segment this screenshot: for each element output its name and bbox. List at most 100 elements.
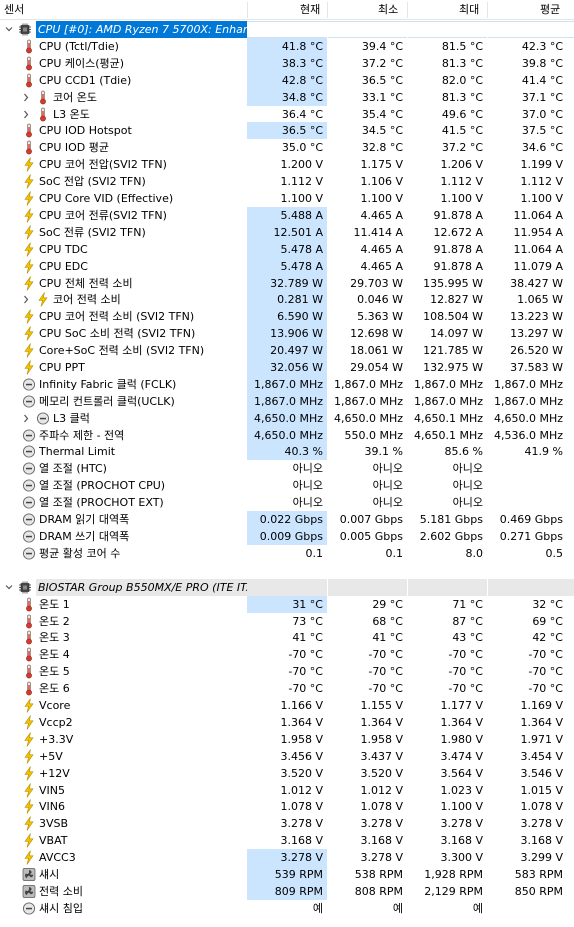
- sensor-row[interactable]: CPU 코어 전압(SVI2 TFN) 1.200 V 1.175 V 1.206 V…: [0, 156, 574, 173]
- sensor-row[interactable]: Core+SoC 전력 소비 (SVI2 TFN) 20.497 W 18.061 …: [0, 342, 574, 359]
- sensor-row[interactable]: 3VSB 3.278 V 3.278 V 3.278 V 3.278 V: [0, 815, 574, 832]
- average-value: [487, 477, 567, 494]
- sensor-label: Core+SoC 전력 소비 (SVI2 TFN): [39, 344, 205, 357]
- average-value: 11.079 A: [513, 260, 563, 273]
- group-header-row[interactable]: BIOSTAR Group B550MX/E PRO (ITE IT...: [0, 579, 574, 596]
- sensor-row[interactable]: 온도 5 -70 °C -70 °C -70 °C -70 °C: [0, 663, 574, 680]
- average-value: 34.6 °C: [521, 141, 563, 154]
- sensor-row[interactable]: 전력 소비 809 RPM 808 RPM 2,129 RPM 850 RPM: [0, 883, 574, 900]
- group-title[interactable]: CPU [#0]: AMD Ryzen 7 5700X: Enhanced: [36, 21, 247, 38]
- sensor-row[interactable]: DRAM 쓰기 대역폭 0.009 Gbps 0.005 Gbps 2.602 Gbp…: [0, 528, 574, 545]
- sensor-row[interactable]: 코어 전력 소비 0.281 W 0.046 W 12.827 W 1.065 W: [0, 291, 574, 308]
- column-divider[interactable]: [327, 2, 328, 18]
- sensor-row[interactable]: CPU 코어 전력 소비 (SVI2 TFN) 6.590 W 5.363 W 108…: [0, 308, 574, 325]
- column-divider[interactable]: [487, 2, 488, 18]
- sensor-row[interactable]: 섀시 침입 예 예 예: [0, 900, 574, 917]
- sensor-row[interactable]: +3.3V 1.958 V 1.958 V 1.980 V 1.971 V: [0, 731, 574, 748]
- sensor-row[interactable]: L3 온도 36.4 °C 35.4 °C 49.6 °C 37.0 °C: [0, 106, 574, 123]
- sensor-row[interactable]: CPU EDC 5.478 A 4.465 A 91.878 A 11.079 A: [0, 258, 574, 275]
- chevron-right-icon[interactable]: [20, 106, 32, 123]
- column-header-average[interactable]: 평균: [540, 0, 560, 20]
- maximum-value: 예: [472, 902, 483, 915]
- sensor-row[interactable]: CPU SoC 소비 전력 (SVI2 TFN) 13.906 W 12.698 W…: [0, 325, 574, 342]
- sensor-row[interactable]: VBAT 3.168 V 3.168 V 3.168 V 3.168 V: [0, 832, 574, 849]
- sensor-row[interactable]: 열 조절 (HTC) 아니오 아니오 아니오: [0, 460, 574, 477]
- sensor-row[interactable]: Thermal Limit 40.3 % 39.1 % 85.6 % 41.9 %: [0, 443, 574, 460]
- sensor-row[interactable]: CPU TDC 5.478 A 4.465 A 91.878 A 11.064 A: [0, 241, 574, 258]
- sensor-row[interactable]: L3 클럭 4,650.0 MHz 4,650.0 MHz 4,650.1 MHz 4,…: [0, 410, 574, 427]
- minimum-value: 1.012 V: [360, 784, 403, 797]
- chevron-right-icon[interactable]: [20, 291, 32, 308]
- average-value: 0.5: [545, 547, 564, 560]
- sensor-row[interactable]: 온도 4 -70 °C -70 °C -70 °C -70 °C: [0, 646, 574, 663]
- sensor-row[interactable]: CPU (Tctl/Tdie) 41.8 °C 39.4 °C 81.5 °C 42.3…: [0, 38, 574, 55]
- minus-circle-icon: [22, 546, 36, 561]
- maximum-value: 85.6 %: [444, 445, 483, 458]
- sensor-row[interactable]: 온도 1 31 °C 29 °C 71 °C 32 °C: [0, 596, 574, 613]
- maximum-value: 81.3 °C: [441, 57, 483, 70]
- sensor-row[interactable]: CPU 전체 전력 소비 32.789 W 29.703 W 135.995 W 38.…: [0, 275, 574, 292]
- current-value: 아니오: [292, 479, 323, 492]
- sensor-row[interactable]: SoC 전류 (SVI2 TFN) 12.501 A 11.414 A 12.672 …: [0, 224, 574, 241]
- sensor-row[interactable]: 온도 3 41 °C 41 °C 43 °C 42 °C: [0, 629, 574, 646]
- current-value: 5.478 A: [247, 241, 327, 258]
- group-header-row[interactable]: CPU [#0]: AMD Ryzen 7 5700X: Enhanced: [0, 21, 574, 39]
- maximum-value: 135.995 W: [423, 277, 483, 290]
- minimum-value: 4.465 A: [360, 243, 403, 256]
- sensor-row[interactable]: VIN6 1.078 V 1.078 V 1.100 V 1.078 V: [0, 798, 574, 815]
- sensor-row[interactable]: Vccp2 1.364 V 1.364 V 1.364 V 1.364 V: [0, 714, 574, 731]
- sensor-row[interactable]: VIN5 1.012 V 1.012 V 1.023 V 1.015 V: [0, 782, 574, 799]
- sensor-row[interactable]: CPU Core VID (Effective) 1.100 V 1.100 V 1.…: [0, 190, 574, 207]
- sensor-row[interactable]: DRAM 읽기 대역폭 0.022 Gbps 0.007 Gbps 5.181 Gbp…: [0, 511, 574, 528]
- bolt-icon: [22, 732, 36, 747]
- bolt-icon: [22, 715, 36, 730]
- current-value: 4,650.0 MHz: [247, 410, 327, 427]
- sensor-row[interactable]: +5V 3.456 V 3.437 V 3.474 V 3.454 V: [0, 748, 574, 765]
- sensor-row[interactable]: SoC 전압 (SVI2 TFN) 1.112 V 1.106 V 1.112 V 1.…: [0, 173, 574, 190]
- sensor-row[interactable]: Vcore 1.166 V 1.155 V 1.177 V 1.169 V: [0, 697, 574, 714]
- chevron-down-icon[interactable]: [3, 579, 15, 596]
- sensor-row[interactable]: 주파수 제한 - 전역 4,650.0 MHz 550.0 MHz 4,650.1 M…: [0, 427, 574, 444]
- average-value: 1.199 V: [520, 158, 563, 171]
- column-divider[interactable]: [407, 2, 408, 18]
- sensor-row[interactable]: 열 조절 (PROCHOT EXT) 아니오 아니오 아니오: [0, 494, 574, 511]
- sensor-row[interactable]: 섀시 539 RPM 538 RPM 1,928 RPM 583 RPM: [0, 866, 574, 883]
- minimum-value: 39.4 °C: [361, 40, 403, 53]
- minimum-value: 11.414 A: [353, 226, 403, 239]
- chevron-down-icon[interactable]: [3, 21, 15, 38]
- sensor-row[interactable]: CPU CCD1 (Tdie) 42.8 °C 36.5 °C 82.0 °C 41.4…: [0, 72, 574, 89]
- sensor-label: CPU SoC 소비 전력 (SVI2 TFN): [39, 327, 196, 340]
- sensor-row[interactable]: CPU IOD 평균 35.0 °C 32.8 °C 37.2 °C 34.6 °C: [0, 139, 574, 156]
- chevron-right-icon[interactable]: [20, 410, 32, 427]
- sensor-row[interactable]: AVCC3 3.278 V 3.278 V 3.300 V 3.299 V: [0, 849, 574, 866]
- column-divider[interactable]: [247, 2, 248, 18]
- minimum-value: 아니오: [372, 479, 403, 492]
- sensor-row[interactable]: +12V 3.520 V 3.520 V 3.564 V 3.546 V: [0, 765, 574, 782]
- average-value: 3.546 V: [520, 767, 563, 780]
- sensor-row[interactable]: CPU IOD Hotspot 36.5 °C 34.5 °C 41.5 °C 37.5…: [0, 122, 574, 139]
- column-divider: [407, 579, 408, 596]
- column-header-sensor[interactable]: 센서: [4, 0, 24, 20]
- sensor-row[interactable]: 온도 6 -70 °C -70 °C -70 °C -70 °C: [0, 680, 574, 697]
- minimum-value: 1.175 V: [360, 158, 403, 171]
- sensor-row[interactable]: 코어 온도 34.8 °C 33.1 °C 81.3 °C 37.1 °C: [0, 89, 574, 106]
- column-header-maximum[interactable]: 최대: [459, 0, 479, 20]
- maximum-value: 14.097 W: [430, 327, 483, 340]
- minimum-value: 1,867.0 MHz: [333, 378, 403, 391]
- sensor-row[interactable]: Infinity Fabric 클럭 (FCLK) 1,867.0 MHz 1,86…: [0, 376, 574, 393]
- group-title[interactable]: BIOSTAR Group B550MX/E PRO (ITE IT...: [36, 579, 247, 596]
- sensor-row[interactable]: 온도 2 73 °C 68 °C 87 °C 69 °C: [0, 613, 574, 630]
- sensor-row[interactable]: CPU 코어 전류(SVI2 TFN) 5.488 A 4.465 A 91.878 …: [0, 207, 574, 224]
- group-header-bar: [247, 579, 574, 596]
- sensor-row[interactable]: 열 조절 (PROCHOT CPU) 아니오 아니오 아니오: [0, 477, 574, 494]
- sensor-row[interactable]: CPU 케이스(평균) 38.3 °C 37.2 °C 81.3 °C 39.8 °C: [0, 55, 574, 72]
- chevron-right-icon[interactable]: [20, 89, 32, 106]
- minimum-value: 41 °C: [372, 631, 403, 644]
- sensor-label: 온도 3: [39, 631, 70, 644]
- sensor-row[interactable]: 평균 활성 코어 수 0.1 0.1 8.0 0.5: [0, 545, 574, 562]
- column-header-current[interactable]: 현재: [300, 0, 320, 20]
- sensor-label: CPU PPT: [39, 361, 85, 374]
- sensor-row[interactable]: 메모리 컨트롤러 클럭(UCLK) 1,867.0 MHz 1,867.0 MHz 1…: [0, 393, 574, 410]
- sensor-row[interactable]: CPU PPT 32.056 W 29.054 W 132.975 W 37.583 W: [0, 359, 574, 376]
- column-header-minimum[interactable]: 최소: [378, 0, 398, 20]
